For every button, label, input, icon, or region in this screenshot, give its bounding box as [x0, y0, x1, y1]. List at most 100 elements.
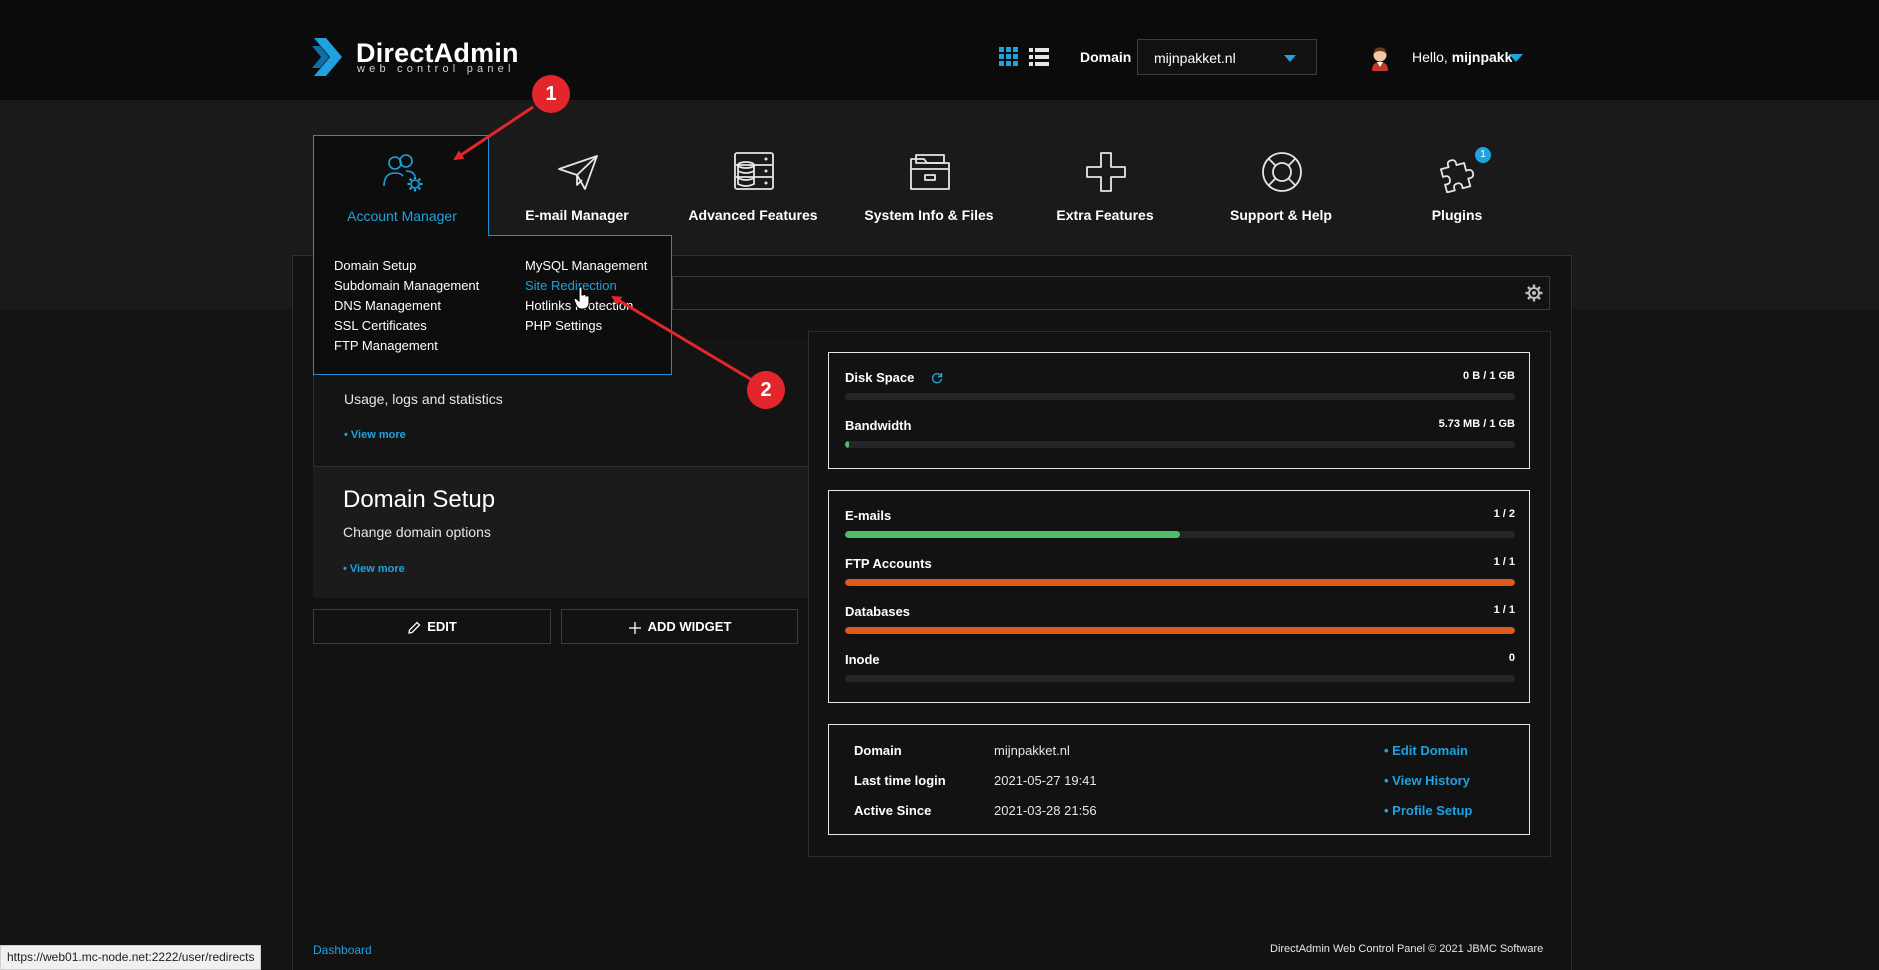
username: mijnpakk: [1451, 49, 1513, 65]
server-database-icon: [734, 152, 774, 190]
edit-label: EDIT: [427, 619, 457, 634]
progress-track: [845, 675, 1515, 682]
domain-select-value: mijnpakket.nl: [1154, 50, 1236, 66]
greeting-prefix: Hello,: [1412, 49, 1448, 65]
menu-item-subdomain-management[interactable]: Subdomain Management: [334, 278, 479, 293]
info-label-domain: Domain: [854, 743, 902, 758]
stat-value: 5.73 MB / 1 GB: [1438, 418, 1515, 430]
account-manager-dropdown: Domain Setup Subdomain Management DNS Ma…: [313, 235, 672, 375]
nav-email-manager[interactable]: E-mail Manager: [489, 135, 665, 235]
menu-item-ftp-management[interactable]: FTP Management: [334, 338, 438, 353]
view-more-link[interactable]: • View more: [344, 429, 406, 441]
stat-value: 1 / 2: [1493, 508, 1515, 520]
logo-subtitle: web control panel: [357, 63, 515, 75]
stat-name: Databases: [845, 604, 911, 619]
nav-label: Extra Features: [1056, 207, 1154, 223]
browser-status-bar: https://web01.mc-node.net:2222/user/redi…: [0, 945, 262, 970]
annotation-badge-2: 2: [747, 371, 785, 409]
progress-track: [845, 441, 1515, 448]
menu-item-domain-setup[interactable]: Domain Setup: [334, 258, 416, 273]
nav-extra-features[interactable]: Extra Features: [1017, 135, 1193, 235]
menu-item-ssl-certificates[interactable]: SSL Certificates: [334, 318, 427, 333]
folder-icon: [910, 154, 950, 190]
hand-pointer-icon: [573, 286, 590, 310]
stat-inode: Inode 0: [845, 652, 1515, 692]
nav-account-manager[interactable]: Account Manager: [313, 135, 489, 236]
stat-name: Disk Space: [845, 370, 915, 385]
domain-label: Domain: [1080, 49, 1132, 65]
user-menu-chevron-icon[interactable]: [1509, 54, 1523, 62]
gear-icon[interactable]: [1525, 284, 1543, 302]
progress-fill: [845, 531, 1180, 538]
search-input[interactable]: [672, 276, 1550, 310]
menu-item-php-settings[interactable]: PHP Settings: [525, 318, 602, 333]
progress-fill: [845, 627, 1515, 634]
view-history-link[interactable]: • View History: [1384, 773, 1470, 788]
chevron-down-icon: [1284, 55, 1296, 62]
widget-title: Domain Setup: [343, 486, 496, 513]
pencil-icon: [408, 621, 421, 634]
progress-track: [845, 393, 1515, 400]
usage-box: Disk Space 0 B / 1 GB Bandwidth 5.73 MB …: [828, 352, 1530, 469]
breadcrumb-dashboard[interactable]: Dashboard: [313, 943, 372, 957]
nav-system-info-files[interactable]: System Info & Files: [841, 135, 1017, 235]
users-gear-icon: [383, 154, 423, 192]
plus-icon: [628, 621, 641, 634]
plugins-badge: 1: [1475, 147, 1491, 163]
nav-advanced-features[interactable]: Advanced Features: [665, 135, 841, 235]
progress-track: [845, 531, 1515, 538]
puzzle-icon: [1440, 159, 1475, 193]
stat-value: 0: [1508, 652, 1515, 664]
user-greeting[interactable]: Hello, mijnpakk: [1412, 49, 1512, 65]
nav-label: System Info & Files: [864, 207, 994, 223]
info-value-active-since: 2021-03-28 21:56: [994, 803, 1097, 818]
info-value-last-login: 2021-05-27 19:41: [994, 773, 1097, 788]
menu-item-site-redirection[interactable]: Site Redirection: [525, 278, 617, 293]
stat-bandwidth: Bandwidth 5.73 MB / 1 GB: [845, 418, 1515, 458]
edit-domain-link[interactable]: • Edit Domain: [1384, 743, 1468, 758]
stat-value: 1 / 1: [1493, 604, 1515, 616]
nav-label: Plugins: [1431, 207, 1483, 223]
progress-track: [845, 627, 1515, 634]
stat-emails: E-mails 1 / 2: [845, 508, 1515, 548]
add-widget-label: ADD WIDGET: [647, 619, 732, 634]
nav-label: Support & Help: [1230, 207, 1332, 223]
directadmin-logo[interactable]: DirectAdmin web control panel: [312, 36, 519, 80]
logo-chevron-icon: [312, 38, 342, 76]
limits-box: E-mails 1 / 2 FTP Accounts 1 / 1 Databas…: [828, 490, 1530, 703]
grid-view-icon[interactable]: [999, 47, 1019, 67]
menu-item-dns-management[interactable]: DNS Management: [334, 298, 441, 313]
stat-name: Inode: [845, 652, 880, 667]
copyright: DirectAdmin Web Control Panel © 2021 JBM…: [1270, 943, 1544, 955]
view-more-link[interactable]: • View more: [343, 563, 405, 575]
nav-plugins[interactable]: 1 Plugins: [1369, 135, 1545, 235]
progress-fill: [845, 441, 849, 448]
widget-description: Change domain options: [343, 524, 491, 540]
paper-plane-icon: [558, 155, 598, 190]
nav-label: Advanced Features: [688, 207, 818, 223]
plus-icon: [1086, 152, 1126, 192]
profile-setup-link[interactable]: • Profile Setup: [1384, 803, 1472, 818]
info-label-last-login: Last time login: [854, 773, 946, 788]
annotation-badge-1: 1: [532, 75, 570, 113]
domain-select[interactable]: mijnpakket.nl: [1137, 39, 1317, 75]
nav-label: Account Manager: [347, 208, 457, 224]
progress-fill: [845, 579, 1515, 586]
stat-name: FTP Accounts: [845, 556, 932, 571]
info-value-domain: mijnpakket.nl: [994, 743, 1070, 758]
stat-databases: Databases 1 / 1: [845, 604, 1515, 644]
info-label-active-since: Active Since: [854, 803, 932, 818]
nav-support-help[interactable]: Support & Help: [1193, 135, 1369, 235]
list-view-icon[interactable]: [1029, 47, 1049, 67]
widget-description: Usage, logs and statistics: [344, 391, 503, 407]
avatar[interactable]: [1368, 45, 1392, 71]
top-bar: [0, 0, 1879, 100]
menu-item-mysql-management[interactable]: MySQL Management: [525, 258, 647, 273]
refresh-icon[interactable]: [931, 372, 943, 384]
edit-button[interactable]: EDIT: [313, 609, 551, 644]
nav-label: E-mail Manager: [525, 207, 629, 223]
lifebuoy-icon: [1262, 152, 1302, 192]
account-info-box: Domain mijnpakket.nl • Edit Domain Last …: [828, 724, 1530, 835]
add-widget-button[interactable]: ADD WIDGET: [561, 609, 798, 644]
stat-name: E-mails: [845, 508, 892, 523]
